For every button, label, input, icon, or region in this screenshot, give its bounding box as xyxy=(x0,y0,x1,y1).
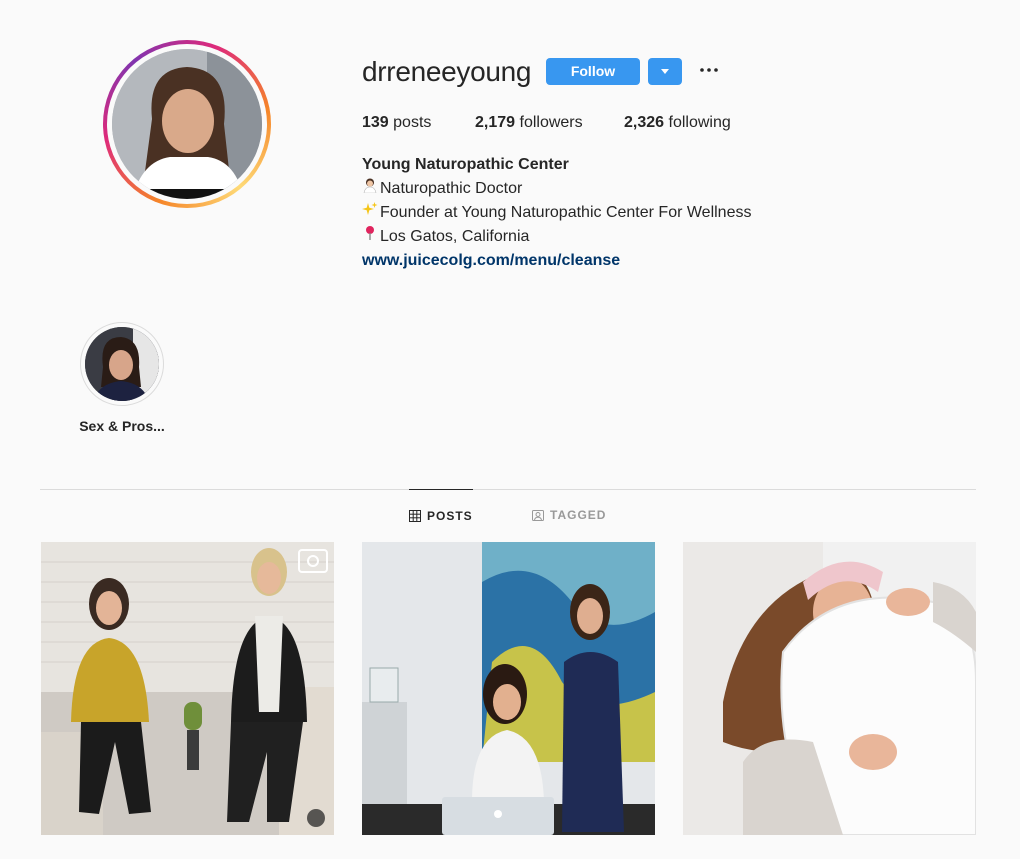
highlight-photo xyxy=(85,327,159,401)
tabs-divider xyxy=(40,489,976,490)
story-highlight[interactable] xyxy=(80,322,164,406)
tab-tagged[interactable]: TAGGED xyxy=(532,489,606,541)
tab-posts-label: POSTS xyxy=(427,509,473,523)
bio-line2: Founder at Young Naturopathic Center For… xyxy=(380,204,752,221)
bio-line-doctor: Naturopathic Doctor xyxy=(362,177,751,201)
post-thumbnail[interactable] xyxy=(362,542,655,835)
post-image-interview xyxy=(41,542,334,835)
sparkles-icon xyxy=(362,201,380,225)
tab-tagged-label: TAGGED xyxy=(550,508,607,522)
profile-username: drreneeyoung xyxy=(362,56,532,87)
posts-count: 139 xyxy=(362,114,389,131)
post-image-pillow xyxy=(683,542,976,835)
tagged-icon xyxy=(532,510,544,521)
stat-followers[interactable]: 2,179 followers xyxy=(475,113,583,133)
bio-line-location: Los Gatos, California xyxy=(362,225,751,249)
triangle-down-icon xyxy=(661,69,669,74)
post-thumbnail[interactable] xyxy=(683,542,976,835)
following-count: 2,326 xyxy=(624,114,665,131)
pin-icon xyxy=(362,225,380,249)
bio-line1: Naturopathic Doctor xyxy=(380,180,523,197)
suggested-accounts-dropdown-button[interactable] xyxy=(648,58,682,85)
story-highlight-label: Sex & Pros... xyxy=(79,418,165,434)
post-image-office xyxy=(362,542,655,835)
followers-count: 2,179 xyxy=(475,114,516,131)
profile-bio: Young Naturopathic Center Naturopathic D… xyxy=(362,153,751,273)
ellipsis-icon xyxy=(700,68,718,72)
bio-line3: Los Gatos, California xyxy=(380,228,530,245)
bio-line-founder: Founder at Young Naturopathic Center For… xyxy=(362,201,751,225)
more-options-button[interactable] xyxy=(698,60,720,80)
doctor-icon xyxy=(362,177,380,201)
profile-website-link[interactable]: www.juicecolg.com/menu/cleanse xyxy=(362,249,751,273)
grid-icon xyxy=(409,510,421,522)
post-thumbnail[interactable] xyxy=(41,542,334,835)
stat-following[interactable]: 2,326 following xyxy=(624,113,731,133)
profile-avatar[interactable] xyxy=(112,49,262,199)
tab-posts[interactable]: POSTS xyxy=(409,489,473,541)
follow-button[interactable]: Follow xyxy=(546,58,640,85)
profile-avatar-ring[interactable] xyxy=(103,40,271,208)
following-label: following xyxy=(668,114,731,131)
followers-label: followers xyxy=(519,114,583,131)
avatar-photo xyxy=(112,49,262,199)
profile-full-name: Young Naturopathic Center xyxy=(362,156,569,173)
stat-posts: 139 posts xyxy=(362,113,431,133)
posts-label: posts xyxy=(393,114,432,131)
profile-avatar-frame xyxy=(107,44,267,204)
highlight-cover xyxy=(85,327,159,401)
